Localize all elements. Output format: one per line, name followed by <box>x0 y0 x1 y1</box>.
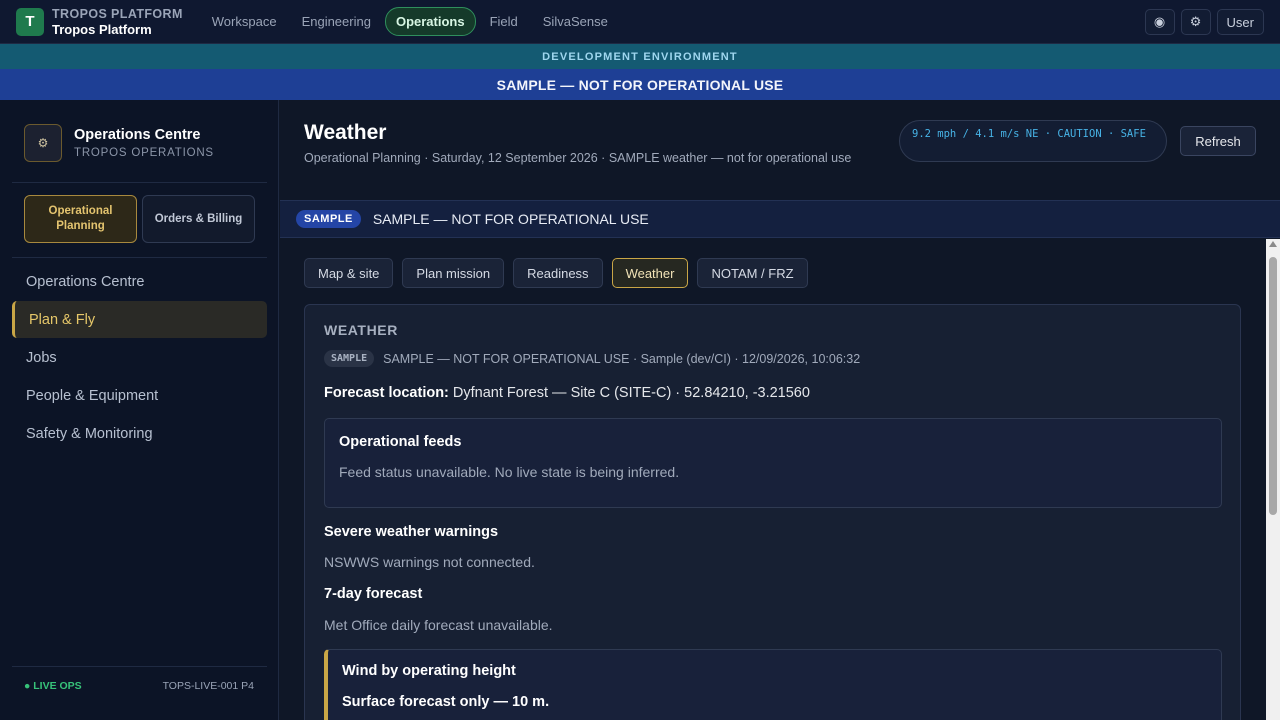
sidebar-subtitle: TROPOS OPERATIONS <box>74 147 214 159</box>
forecast-7day-text: Met Office daily forecast unavailable. <box>324 617 553 633</box>
weather-heading: WEATHER <box>324 322 398 338</box>
main-content: Weather Operational Planning · Saturday,… <box>280 100 1280 720</box>
forecast-7day-title: 7-day forecast <box>324 586 423 602</box>
operations-gear-icon: ⚙ <box>24 124 62 162</box>
operational-feeds-box: Operational feeds Feed status unavailabl… <box>324 418 1222 508</box>
sidebar-title: Operations Centre <box>74 127 201 143</box>
wind-by-height-title: Wind by operating height <box>342 663 516 679</box>
tab-weather[interactable]: Weather <box>611 258 689 288</box>
live-ops-status: ● LIVE OPS <box>24 680 82 692</box>
sample-strip-text: SAMPLE — NOT FOR OPERATIONAL USE <box>372 211 649 227</box>
wind-by-height-box: Wind by operating height Surface forecas… <box>324 649 1222 720</box>
wind-by-height-subtitle: Surface forecast only — 10 m. <box>342 694 550 710</box>
page-subtitle: Operational Planning · Saturday, 12 Sept… <box>304 151 852 165</box>
weather-card: WEATHER SAMPLE SAMPLE — NOT FOR OPERATIO… <box>304 304 1241 720</box>
nav-link-engineering[interactable]: Engineering <box>291 7 382 36</box>
theme-icon[interactable]: ◉ <box>1144 9 1175 35</box>
nav-link-operations[interactable]: Operations <box>384 7 476 36</box>
forecast-location: Forecast location: Dyfnant Forest — Site… <box>324 385 810 401</box>
user-menu-button[interactable]: User <box>1216 9 1264 35</box>
brand-upper-label: TROPOS PLATFORM <box>52 6 183 21</box>
forecast-location-label: Forecast location: <box>324 385 449 401</box>
sidebar-item-safety-monitoring[interactable]: Safety & Monitoring <box>12 415 267 452</box>
wind-status-chip: 9.2 mph / 4.1 m/s NE · CAUTION · SAFE <box>899 120 1167 162</box>
planning-tabs: Map & site Plan mission Readiness Weathe… <box>304 258 817 288</box>
sidebar-item-jobs[interactable]: Jobs <box>12 339 267 376</box>
instance-id: TOPS-LIVE-001 P4 <box>162 680 254 692</box>
tab-map-site[interactable]: Map & site <box>304 258 394 288</box>
operational-feeds-title: Operational feeds <box>339 434 462 450</box>
mode-orders-billing-button[interactable]: Orders & Billing <box>142 195 255 243</box>
brand-logo-icon: T <box>16 7 44 36</box>
tab-plan-mission[interactable]: Plan mission <box>402 258 505 288</box>
sidebar-header: ⚙ Operations Centre TROPOS OPERATIONS <box>24 124 214 162</box>
sidebar-item-plan-fly[interactable]: Plan & Fly <box>12 301 267 338</box>
severe-warnings-text: NSWWS warnings not connected. <box>324 554 535 570</box>
brand-name-label: Tropos Platform <box>52 21 152 37</box>
brand-text: TROPOS PLATFORM Tropos Platform <box>52 7 183 37</box>
brand[interactable]: T TROPOS PLATFORM Tropos Platform <box>16 7 183 37</box>
sidebar-divider <box>12 666 267 667</box>
nav-link-field[interactable]: Field <box>479 7 529 36</box>
sample-warning-banner: SAMPLE — NOT FOR OPERATIONAL USE <box>0 69 1280 100</box>
severe-warnings-title: Severe weather warnings <box>324 524 499 540</box>
scroll-up-arrow-icon[interactable] <box>1269 241 1277 247</box>
sample-badge: SAMPLE <box>296 210 361 228</box>
sidebar-item-people-equipment[interactable]: People & Equipment <box>12 377 267 414</box>
primary-nav-links: Workspace Engineering Operations Field S… <box>201 7 622 36</box>
content-scrollbar[interactable] <box>1266 239 1280 720</box>
sidebar-item-operations-centre[interactable]: Operations Centre <box>12 263 267 300</box>
sidebar-divider <box>12 182 267 183</box>
operational-feeds-text: Feed status unavailable. No live state i… <box>339 464 680 480</box>
forecast-location-value: Dyfnant Forest — Site C (SITE-C) · 52.84… <box>452 385 810 401</box>
scroll-thumb[interactable] <box>1269 257 1277 515</box>
sidebar-titles: Operations Centre TROPOS OPERATIONS <box>74 127 214 159</box>
nav-link-workspace[interactable]: Workspace <box>201 7 288 36</box>
nav-link-silvasense[interactable]: SilvaSense <box>532 7 619 36</box>
sidebar: ⚙ Operations Centre TROPOS OPERATIONS Op… <box>0 100 279 720</box>
weather-meta-row: SAMPLE SAMPLE — NOT FOR OPERATIONAL USE … <box>324 350 860 367</box>
top-navigation-bar: T TROPOS PLATFORM Tropos Platform Worksp… <box>0 0 1280 44</box>
weather-sample-badge: SAMPLE <box>324 350 375 367</box>
settings-gear-icon[interactable]: ⚙ <box>1180 9 1211 35</box>
mode-operational-planning-button[interactable]: Operational Planning <box>24 195 137 243</box>
refresh-button[interactable]: Refresh <box>1180 126 1256 156</box>
page-title: Weather <box>304 121 387 144</box>
tab-readiness[interactable]: Readiness <box>513 258 603 288</box>
nav-right-controls: ◉ ⚙ User <box>1139 9 1264 35</box>
tab-notam-frz[interactable]: NOTAM / FRZ <box>697 258 808 288</box>
sample-strip: SAMPLE SAMPLE — NOT FOR OPERATIONAL USE <box>280 200 1280 238</box>
weather-meta-text: SAMPLE — NOT FOR OPERATIONAL USE · Sampl… <box>383 351 861 366</box>
sidebar-divider <box>12 257 267 258</box>
environment-banner: DEVELOPMENT ENVIRONMENT <box>0 44 1280 69</box>
